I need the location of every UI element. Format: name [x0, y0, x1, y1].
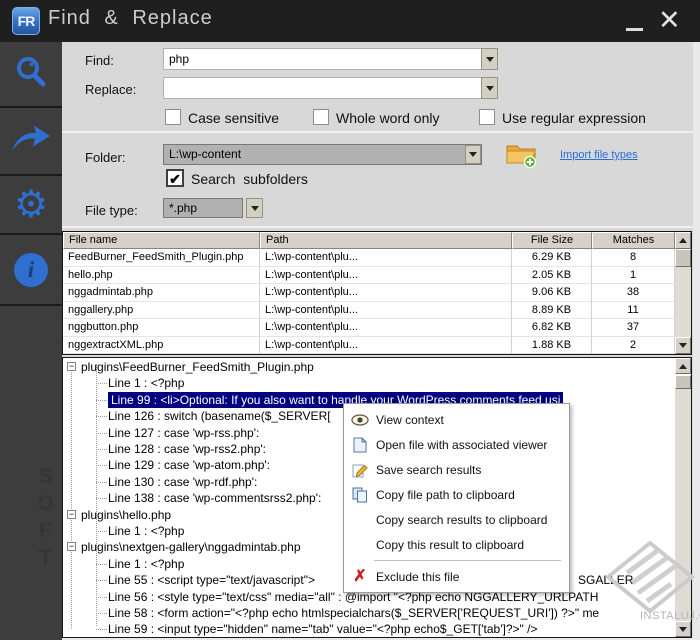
table-scroll-down-button[interactable] [675, 337, 691, 354]
table-row[interactable]: nggextractXML.php L:\wp-content\plu... 1… [63, 337, 691, 355]
arrow-down-icon [679, 627, 687, 632]
table-row[interactable]: hello.php L:\wp-content\plu... 2.05 KB 1 [63, 267, 691, 285]
tree-scroll-up-button[interactable] [675, 358, 691, 374]
document-icon [344, 437, 376, 453]
sidebar-item-settings[interactable]: ⚙ [0, 176, 62, 233]
chevron-down-icon [486, 57, 494, 62]
sidebar-item-search[interactable] [0, 42, 62, 106]
eye-icon [344, 413, 376, 427]
whole-word-label: Whole word only [336, 110, 440, 126]
chevron-down-icon [251, 206, 259, 211]
table-header-row: File name Path File Size Matches [63, 232, 691, 249]
results-table: File name Path File Size Matches FeedBur… [62, 231, 692, 355]
search-icon [12, 53, 50, 96]
collapse-icon[interactable]: − [67, 542, 76, 551]
gear-icon: ⚙ [14, 186, 48, 224]
search-subfolders-label: Search subfolders [191, 171, 308, 187]
menu-item-save-results[interactable]: Save search results [344, 457, 569, 482]
case-sensitive-label: Case sensitive [188, 110, 279, 126]
regex-label: Use regular expression [502, 110, 646, 126]
file-type-label: File type: [85, 203, 138, 218]
table-scrollbar-track[interactable] [675, 319, 691, 337]
regex-checkbox[interactable] [479, 109, 495, 125]
browse-folder-button[interactable] [505, 141, 537, 174]
arrow-down-icon [679, 343, 687, 348]
window-edge [693, 42, 700, 640]
replace-label: Replace: [85, 82, 136, 97]
tree-line-row[interactable]: Line 58 : <form action="<?php echo htmls… [63, 605, 673, 621]
menu-separator [374, 560, 561, 561]
collapse-icon[interactable]: − [67, 510, 76, 519]
menu-item-exclude-file[interactable]: ✗ Exclude this file [344, 564, 569, 589]
find-dropdown-button[interactable] [481, 48, 498, 70]
replace-dropdown-button[interactable] [481, 77, 498, 99]
titlebar[interactable]: FR Find & Replace ✕ [0, 0, 700, 42]
tree-line-row[interactable]: Line 1 : <?php [63, 375, 673, 391]
exclude-icon: ✗ [344, 569, 376, 585]
folder-combobox[interactable]: L:\wp-content [163, 144, 482, 165]
find-input[interactable] [163, 48, 482, 70]
replace-input[interactable] [163, 77, 482, 99]
table-row[interactable]: nggallery.php L:\wp-content\plu... 8.89 … [63, 302, 691, 320]
table-scroll-up-button[interactable] [675, 232, 691, 249]
file-type-combobox[interactable]: *.php [163, 198, 243, 218]
arrow-up-icon [679, 364, 687, 369]
column-header-matches[interactable]: Matches [592, 232, 675, 249]
file-type-dropdown-button[interactable] [246, 198, 263, 218]
tree-scrollbar-track[interactable] [675, 389, 691, 621]
chevron-down-icon [469, 152, 477, 157]
table-row[interactable]: nggadmintab.php L:\wp-content\plu... 9.0… [63, 284, 691, 302]
table-scrollbar-track[interactable] [675, 302, 691, 320]
copy-icon [344, 487, 376, 503]
context-menu: View context Open file with associated v… [343, 403, 570, 593]
tree-scrollbar-thumb[interactable] [675, 375, 691, 389]
tree-file-row[interactable]: − plugins\FeedBurner_FeedSmith_Plugin.ph… [63, 359, 673, 375]
menu-item-view-context[interactable]: View context [344, 407, 569, 432]
whole-word-checkbox[interactable] [313, 109, 329, 125]
add-folder-icon [505, 156, 537, 173]
collapse-icon[interactable]: − [67, 362, 76, 371]
sidebar-item-info[interactable]: i [0, 235, 62, 304]
separator [62, 131, 700, 133]
minimize-button[interactable] [626, 28, 643, 31]
folder-dropdown-button[interactable] [465, 145, 481, 164]
table-row[interactable]: FeedBurner_FeedSmith_Plugin.php L:\wp-co… [63, 249, 691, 267]
menu-item-open-file[interactable]: Open file with associated viewer [344, 432, 569, 457]
separator [62, 226, 700, 228]
case-sensitive-checkbox[interactable] [165, 109, 181, 125]
table-scrollbar-thumb[interactable] [675, 249, 691, 267]
table-scrollbar-track[interactable] [675, 284, 691, 302]
pencil-icon [344, 462, 376, 478]
app-icon: FR [12, 7, 40, 35]
table-row[interactable]: nggbutton.php L:\wp-content\plu... 6.82 … [63, 319, 691, 337]
menu-item-copy-search-results[interactable]: Copy search results to clipboard [344, 507, 569, 532]
menu-item-copy-path[interactable]: Copy file path to clipboard [344, 482, 569, 507]
find-label: Find: [85, 53, 114, 68]
tree-scroll-down-button[interactable] [675, 621, 691, 637]
table-scrollbar-track[interactable] [675, 267, 691, 285]
arrow-up-icon [679, 238, 687, 243]
sidebar-item-replace[interactable] [0, 108, 62, 174]
menu-item-copy-this-result[interactable]: Copy this result to clipboard [344, 532, 569, 557]
search-subfolders-checkbox[interactable] [166, 169, 184, 187]
column-header-file-name[interactable]: File name [63, 232, 260, 249]
import-file-types-link[interactable]: Import file types [560, 149, 638, 161]
column-header-file-size[interactable]: File Size [512, 232, 592, 249]
info-icon: i [14, 253, 48, 287]
find-replace-window: FR Find & Replace ✕ ⚙ [0, 0, 700, 640]
close-button[interactable]: ✕ [658, 4, 681, 36]
column-header-path[interactable]: Path [260, 232, 512, 249]
replace-arrow-icon [10, 124, 52, 159]
chevron-down-icon [486, 86, 494, 91]
window-title: Find & Replace [48, 7, 213, 30]
sidebar: ⚙ i TERAL SOFT [0, 42, 62, 640]
folder-label: Folder: [85, 150, 125, 165]
